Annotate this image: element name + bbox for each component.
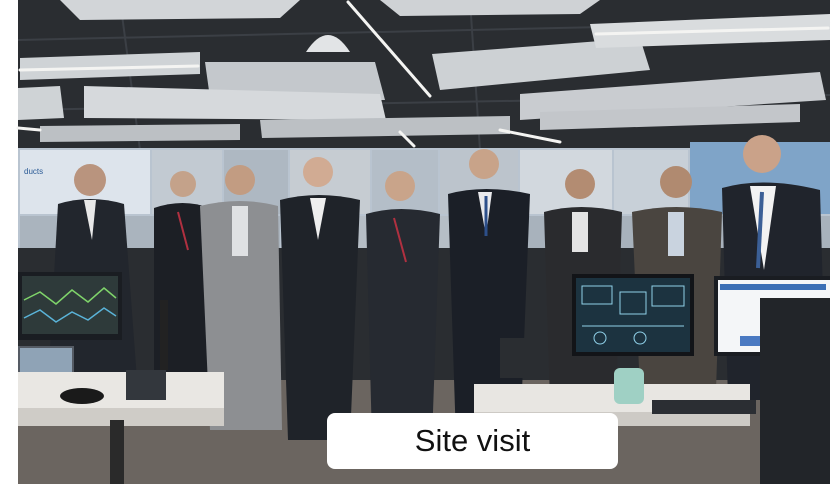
svg-text:ducts: ducts [24,167,43,176]
person [280,157,360,440]
caption-label: Site visit [327,413,618,469]
photo-scene: ducts [0,0,836,484]
